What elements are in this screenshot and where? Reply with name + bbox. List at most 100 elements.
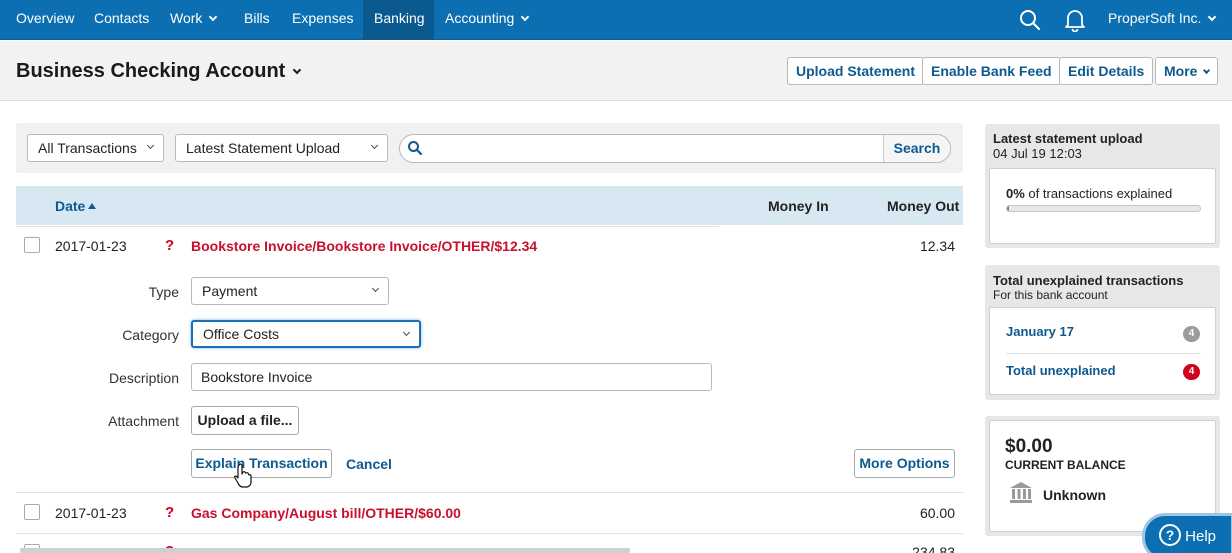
chevron-down-icon xyxy=(293,65,302,75)
category-select[interactable]: Office Costs xyxy=(191,320,421,348)
transaction-description-link[interactable]: Gas Company/August bill/OTHER/$60.00 xyxy=(191,505,461,521)
attachment-label: Attachment xyxy=(108,413,179,429)
date-column-header[interactable]: Date xyxy=(55,198,97,214)
category-label: Category xyxy=(122,327,179,343)
explained-summary: 0% of transactions explained xyxy=(1006,186,1172,201)
nav-overview[interactable]: Overview xyxy=(16,0,74,40)
unexplained-period-count-badge: 4 xyxy=(1183,326,1200,342)
type-label: Type xyxy=(148,284,179,300)
more-button[interactable]: More xyxy=(1155,57,1219,85)
upload-statement-button[interactable]: Upload Statement xyxy=(787,57,925,85)
chevron-down-icon xyxy=(402,328,411,337)
type-select[interactable]: Payment xyxy=(191,277,389,305)
unexplained-card: January 17 4 Total unexplained 4 xyxy=(989,307,1216,395)
statement-progress-card: 0% of transactions explained xyxy=(989,168,1216,244)
company-name: ProperSoft Inc. xyxy=(1108,10,1202,26)
description-label: Description xyxy=(108,370,179,386)
chevron-down-icon xyxy=(370,141,379,150)
horizontal-scrollbar[interactable] xyxy=(20,548,630,553)
row-date: 2017-01-23 xyxy=(55,238,127,254)
row-divider xyxy=(16,226,719,227)
transactions-filter-value: All Transactions xyxy=(38,140,137,156)
date-header-label: Date xyxy=(55,198,86,214)
row-date: 2017-01-23 xyxy=(55,505,127,521)
more-options-button[interactable]: More Options xyxy=(854,449,955,478)
filter-bar: All Transactions Latest Statement Upload… xyxy=(16,123,963,173)
explained-text: of transactions explained xyxy=(1028,186,1173,201)
nav-accounting[interactable]: Accounting xyxy=(445,0,530,40)
bank-name: Unknown xyxy=(1043,487,1106,503)
nav-work[interactable]: Work xyxy=(170,0,218,40)
chevron-down-icon xyxy=(1208,12,1217,22)
explained-progress-bar xyxy=(1006,205,1201,212)
unexplained-status-icon: ? xyxy=(165,504,175,521)
nav-bills[interactable]: Bills xyxy=(244,0,270,40)
unexplained-panel: Total unexplained transactions For this … xyxy=(985,265,1220,400)
help-label: Help xyxy=(1185,528,1217,545)
table-header: Date Money In Money Out xyxy=(16,186,963,225)
total-unexplained-link[interactable]: Total unexplained xyxy=(1006,363,1116,378)
transaction-description-link[interactable]: Bookstore Invoice/Bookstore Invoice/OTHE… xyxy=(191,238,537,254)
enable-bank-feed-button[interactable]: Enable Bank Feed xyxy=(922,57,1061,85)
search-icon xyxy=(407,140,423,159)
page-header: Business Checking Account Upload Stateme… xyxy=(0,41,1232,101)
search-icon[interactable] xyxy=(1018,8,1042,32)
chevron-down-icon xyxy=(209,12,218,22)
current-balance-amount: $0.00 xyxy=(1005,436,1053,457)
row-checkbox[interactable] xyxy=(24,504,40,520)
transactions-filter-select[interactable]: All Transactions xyxy=(27,134,164,162)
upload-file-button[interactable]: Upload a file... xyxy=(191,406,299,435)
nav-accounting-label: Accounting xyxy=(445,10,515,26)
top-navigation: Overview Contacts Work Bills Expenses Ba… xyxy=(0,0,1232,40)
total-unexplained-count-badge: 4 xyxy=(1183,364,1200,380)
chevron-down-icon xyxy=(1203,66,1211,75)
unexplained-panel-subtitle: For this bank account xyxy=(993,288,1108,302)
hand-cursor-icon xyxy=(233,463,253,492)
search-box: Search xyxy=(399,134,951,163)
row-checkbox[interactable] xyxy=(24,237,40,253)
chevron-down-icon xyxy=(521,12,530,22)
chevron-down-icon xyxy=(146,141,155,150)
nav-contacts[interactable]: Contacts xyxy=(94,0,149,40)
nav-banking[interactable]: Banking xyxy=(363,0,434,40)
cancel-link[interactable]: Cancel xyxy=(346,456,392,472)
statement-panel-date: 04 Jul 19 12:03 xyxy=(993,146,1082,161)
upload-filter-select[interactable]: Latest Statement Upload xyxy=(175,134,388,162)
account-title[interactable]: Business Checking Account xyxy=(16,60,302,83)
explained-percent: 0% xyxy=(1006,186,1025,201)
money-in-column-header: Money In xyxy=(768,198,829,214)
edit-details-button[interactable]: Edit Details xyxy=(1059,57,1154,85)
card-divider xyxy=(1006,353,1201,354)
help-button[interactable]: ? Help xyxy=(1145,516,1231,553)
unexplained-period-link[interactable]: January 17 xyxy=(1006,324,1074,339)
explain-transaction-button[interactable]: Explain Transaction xyxy=(191,449,332,478)
row-divider xyxy=(16,492,963,493)
search-input[interactable] xyxy=(430,137,880,160)
statement-panel-title: Latest statement upload xyxy=(993,131,1143,146)
money-out-column-header: Money Out xyxy=(887,198,960,214)
unexplained-panel-title: Total unexplained transactions xyxy=(993,273,1184,288)
category-select-value: Office Costs xyxy=(203,326,279,342)
sort-ascending-icon xyxy=(88,203,97,209)
row-money-out: 12.34 xyxy=(919,238,955,254)
account-title-text: Business Checking Account xyxy=(16,60,286,82)
search-button[interactable]: Search xyxy=(883,135,950,162)
upload-filter-value: Latest Statement Upload xyxy=(186,140,341,156)
explained-progress-fill xyxy=(1007,206,1009,211)
nav-work-label: Work xyxy=(170,10,203,26)
more-button-label: More xyxy=(1164,63,1198,79)
help-icon: ? xyxy=(1159,524,1181,547)
statement-panel: Latest statement upload 04 Jul 19 12:03 … xyxy=(985,124,1220,248)
row-money-out: 60.00 xyxy=(919,505,955,521)
bell-icon[interactable] xyxy=(1064,8,1086,33)
current-balance-label: CURRENT BALANCE xyxy=(1005,458,1126,472)
company-menu[interactable]: ProperSoft Inc. xyxy=(1108,0,1217,40)
chevron-down-icon xyxy=(371,284,380,293)
row-money-out: 234.83 xyxy=(912,544,955,553)
unexplained-status-icon: ? xyxy=(165,237,175,254)
nav-expenses[interactable]: Expenses xyxy=(292,0,353,40)
row-divider xyxy=(16,533,963,534)
description-input[interactable]: Bookstore Invoice xyxy=(191,363,712,391)
type-select-value: Payment xyxy=(202,283,258,299)
bank-icon xyxy=(1009,481,1033,506)
